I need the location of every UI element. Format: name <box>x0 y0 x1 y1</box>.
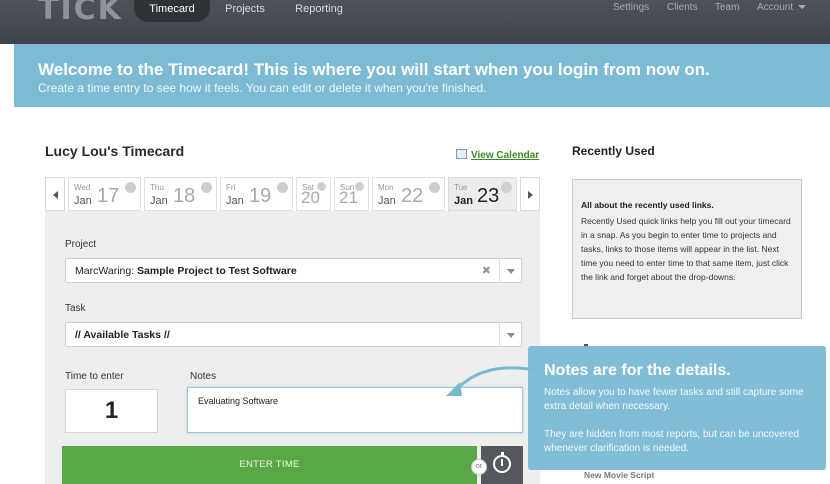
recently-used-body: Recently Used quick links help you fill … <box>581 216 791 282</box>
view-calendar-link[interactable]: View Calendar <box>456 149 539 161</box>
view-calendar-label: View Calendar <box>471 150 540 161</box>
recently-used-heading: All about the recently used links. <box>581 200 714 210</box>
status-dot-icon <box>277 182 288 193</box>
tooltip-title: Notes are for the details. <box>544 362 731 379</box>
nav-account[interactable]: Account <box>757 2 807 13</box>
notes-label: Notes <box>190 371 217 382</box>
tooltip-paragraph: They are hidden from most reports, but c… <box>544 429 800 454</box>
day-number: 17 <box>97 185 120 207</box>
status-dot-icon <box>125 182 136 193</box>
time-entry-form: Project MarcWaring: Sample Project to Te… <box>45 211 540 484</box>
day-number: 19 <box>249 185 272 207</box>
stopwatch-icon <box>493 452 511 473</box>
tab-projects[interactable]: Projects <box>212 0 278 22</box>
project-client: MarcWaring: <box>75 265 138 277</box>
day-month: Jan <box>454 195 473 207</box>
day-wed[interactable]: Wed Jan 17 <box>68 177 141 211</box>
task-label: Task <box>65 303 86 314</box>
tab-reporting[interactable]: Reporting <box>283 0 355 22</box>
nav-account-label: Account <box>757 2 794 13</box>
next-week-button[interactable] <box>520 177 540 211</box>
project-name: Sample Project to Test Software <box>137 265 297 277</box>
tab-timecard[interactable]: Timecard <box>134 0 210 22</box>
chevron-down-icon <box>507 333 515 338</box>
project-select[interactable]: MarcWaring: Sample Project to Test Softw… <box>65 258 522 283</box>
recently-used-info-box: All about the recently used links. Recen… <box>572 179 802 319</box>
tooltip-paragraph: Notes allow you to have fewer tasks and … <box>544 387 804 412</box>
day-dow: Mon <box>378 183 394 192</box>
day-month: Jan <box>378 195 396 207</box>
chevron-down-icon <box>507 269 515 274</box>
banner-subtitle: Create a time entry to see how it feels.… <box>38 81 487 95</box>
status-dot-icon <box>201 182 212 193</box>
day-dow: Fri <box>226 183 236 192</box>
banner-title: Welcome to the Timecard! This is where y… <box>38 60 710 79</box>
chevron-left-icon <box>53 191 58 199</box>
day-fri[interactable]: Fri Jan 19 <box>220 177 293 211</box>
day-number: 18 <box>173 185 196 207</box>
date-strip: Wed Jan 17 Thu Jan 18 Fri Jan 19 Sat 20 … <box>45 177 540 211</box>
day-thu[interactable]: Thu Jan 18 <box>144 177 217 211</box>
day-month: Jan <box>150 195 168 207</box>
or-separator: or <box>471 459 487 475</box>
day-tue-selected[interactable]: Tue Jan 23 <box>448 177 517 211</box>
day-number: 20 <box>301 188 320 207</box>
page-title: Lucy Lou's Timecard <box>45 143 185 159</box>
status-dot-icon <box>355 182 364 191</box>
time-input[interactable]: 1 <box>65 389 158 433</box>
status-dot-icon <box>429 182 440 193</box>
calendar-icon <box>456 149 467 159</box>
project-value: MarcWaring: Sample Project to Test Softw… <box>75 265 297 277</box>
task-value: // Available Tasks // <box>75 329 170 341</box>
day-dow: Thu <box>150 183 164 192</box>
task-dropdown-toggle[interactable] <box>499 323 521 346</box>
prev-week-button[interactable] <box>45 177 65 211</box>
notes-tooltip: Notes are for the details. Notes allow y… <box>528 346 826 470</box>
day-sat[interactable]: Sat 20 <box>296 177 331 211</box>
day-dow: Wed <box>74 183 91 192</box>
project-dropdown-toggle[interactable] <box>499 259 521 282</box>
nav-clients[interactable]: Clients <box>667 2 698 13</box>
day-number: 21 <box>339 188 358 207</box>
day-number: 23 <box>477 185 500 207</box>
enter-time-button[interactable]: ENTER TIME <box>62 446 477 484</box>
nav-team[interactable]: Team <box>715 2 739 13</box>
nav-settings[interactable]: Settings <box>613 2 649 13</box>
day-sun[interactable]: Sun 21 <box>334 177 369 211</box>
project-label: Project <box>65 239 97 250</box>
task-select[interactable]: // Available Tasks // <box>65 322 522 347</box>
status-dot-icon <box>501 182 512 193</box>
recently-used-title: Recently Used <box>572 144 655 158</box>
chevron-down-icon <box>798 5 807 10</box>
recently-used-item[interactable]: New Movie Script <box>584 470 654 480</box>
day-month: Jan <box>74 195 92 207</box>
time-label: Time to enter <box>65 371 124 382</box>
tooltip-body: Notes allow you to have fewer tasks and … <box>544 386 819 470</box>
welcome-banner: Welcome to the Timecard! This is where y… <box>14 44 830 107</box>
top-nav: TICK Timecard Projects Reporting Setting… <box>0 0 830 44</box>
callout-arrow-icon <box>446 366 537 396</box>
day-dow: Tue <box>454 183 468 192</box>
day-mon[interactable]: Mon Jan 22 <box>372 177 445 211</box>
app-logo[interactable]: TICK <box>38 0 123 27</box>
day-month: Jan <box>226 195 244 207</box>
status-dot-icon <box>317 182 326 191</box>
day-number: 22 <box>401 185 424 207</box>
timer-button[interactable] <box>481 446 523 484</box>
chevron-right-icon <box>528 191 533 199</box>
clear-icon[interactable]: ✖ <box>482 264 491 277</box>
